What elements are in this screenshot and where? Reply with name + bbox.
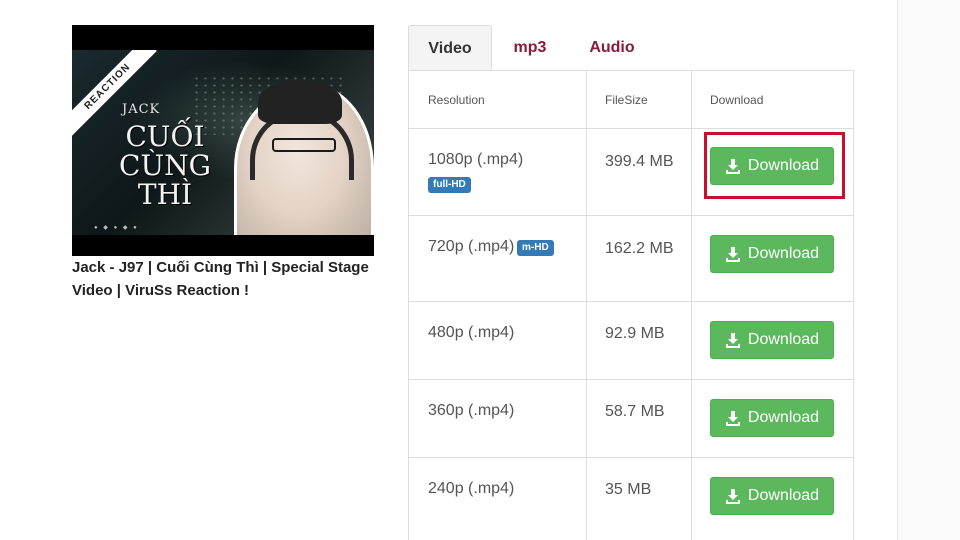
- tab-audio[interactable]: Audio: [578, 25, 646, 70]
- button-label: Download: [747, 409, 820, 426]
- button-label: Download: [747, 245, 820, 262]
- download-button-1080p[interactable]: Download: [710, 147, 834, 185]
- button-label: Download: [747, 157, 820, 174]
- video-title: Jack - J97 | Cuối Cùng Thì | Special Sta…: [72, 259, 369, 299]
- row-divider: [409, 215, 853, 216]
- download-icon: [725, 411, 740, 426]
- header-filesize: FileSize: [605, 93, 648, 107]
- format-tabs: Video mp3 Audio: [408, 25, 853, 70]
- header-download: Download: [710, 93, 764, 107]
- column-divider: [691, 71, 692, 540]
- row-240-size: 35 MB: [605, 481, 652, 498]
- download-button-240p[interactable]: Download: [710, 477, 834, 515]
- row-divider: [409, 301, 853, 302]
- header-resolution: Resolution: [428, 93, 485, 107]
- thumbnail-song-title: CUỐI CÙNG THÌ: [119, 120, 211, 211]
- row-divider: [409, 457, 853, 458]
- download-icon: [725, 159, 740, 174]
- badge-m-hd: m-HD: [517, 240, 554, 256]
- download-icon: [725, 333, 740, 348]
- row-1080-size: 399.4 MB: [605, 153, 674, 170]
- thumbnail-brand: JACK: [122, 102, 161, 117]
- video-thumbnail[interactable]: REACTION JACK CUỐI CÙNG THÌ ● ◆ ● ◆ ●: [72, 25, 374, 256]
- download-table: Resolution FileSize Download 1080p (.mp4…: [408, 70, 854, 540]
- download-button-360p[interactable]: Download: [710, 399, 834, 437]
- column-divider: [586, 71, 587, 540]
- download-icon: [725, 489, 740, 504]
- row-720-resolution: 720p (.mp4): [428, 238, 515, 255]
- reactor-glasses: [272, 138, 336, 152]
- thumbnail-art: REACTION JACK CUỐI CÙNG THÌ ● ◆ ● ◆ ●: [72, 50, 374, 235]
- row-divider: [409, 128, 853, 129]
- sponsor-logos: ● ◆ ● ◆ ●: [94, 225, 139, 231]
- download-button-720p[interactable]: Download: [710, 235, 834, 273]
- row-divider: [409, 379, 853, 380]
- reactor-hair: [258, 80, 342, 124]
- right-margin: [898, 0, 960, 540]
- button-label: Download: [747, 487, 820, 504]
- download-button-480p[interactable]: Download: [710, 321, 834, 359]
- row-480-resolution: 480p (.mp4): [428, 324, 515, 341]
- download-icon: [725, 247, 740, 262]
- row-720-size: 162.2 MB: [605, 240, 674, 257]
- row-360-size: 58.7 MB: [605, 403, 665, 420]
- row-1080-resolution: 1080p (.mp4): [428, 151, 524, 168]
- button-label: Download: [747, 331, 820, 348]
- tab-video[interactable]: Video: [408, 25, 492, 70]
- row-480-size: 92.9 MB: [605, 325, 665, 342]
- row-240-resolution: 240p (.mp4): [428, 480, 515, 497]
- row-360-resolution: 360p (.mp4): [428, 402, 515, 419]
- tab-mp3[interactable]: mp3: [502, 25, 558, 70]
- badge-full-hd: full-HD: [428, 177, 471, 193]
